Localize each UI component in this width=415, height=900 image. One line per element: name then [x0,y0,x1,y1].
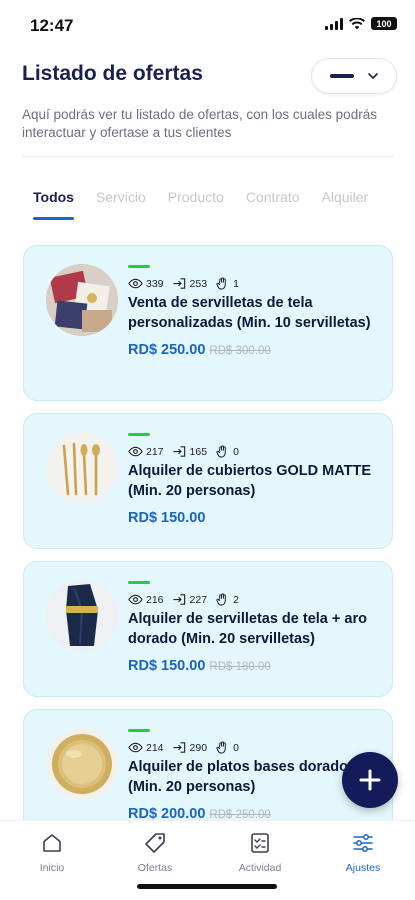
add-offer-button[interactable] [342,752,398,808]
likes-count: 0 [233,445,239,458]
offer-card[interactable]: 216 227 2 Alquiler de servilletas de tel… [23,561,393,697]
napkins-photo [46,264,118,336]
offer-title: Alquiler de servilletas de tela + aro do… [128,611,367,647]
entries-count: 165 [189,445,208,458]
eye-icon [128,446,143,457]
views-count: 214 [146,741,164,754]
offer-stats: 217 165 0 [128,445,384,458]
nav-label: Actividad [238,862,282,874]
header: Listado de ofertas [22,58,397,94]
gold-cutlery-photo [46,432,118,504]
active-indicator [128,433,150,436]
views-count: 339 [146,277,164,290]
page-subtitle: Aquí podrás ver tu listado de ofertas, c… [22,107,377,140]
offer-old-price: RD$ 180.00 [209,661,271,673]
hand-icon [216,445,226,458]
tag-icon [145,833,165,853]
activity-icon [251,833,269,853]
offer-stats: 216 227 2 [128,593,384,606]
signal-icon [325,17,343,30]
home-icon [43,834,61,852]
chevron-down-icon [368,72,378,79]
eye-icon [128,594,143,605]
hand-icon [216,741,226,754]
nav-item-actividad[interactable]: Actividad [220,831,300,874]
napkin-ring-photo [46,580,118,652]
entries-count: 227 [189,593,208,606]
entries-count: 253 [189,277,208,290]
views-count: 217 [146,445,164,458]
offer-card[interactable]: 214 290 0 Alquiler de platos bases dorad… [23,709,393,820]
offer-stats: 214 290 0 [128,741,384,754]
offer-title: Venta de servilletas de tela personaliza… [128,295,371,331]
offer-card[interactable]: 339 253 1 Venta de servilletas de tela p… [23,245,393,401]
eye-icon [128,278,143,289]
status-icons: 100 [325,17,397,30]
login-icon [172,278,185,289]
flag-icon [330,74,354,78]
active-indicator [128,581,150,584]
nav-label: Ofertas [137,862,173,874]
login-icon [172,446,185,457]
offer-price: RD$ 250.00 [128,342,206,358]
entries-count: 290 [189,741,208,754]
status-time: 12:47 [30,16,74,35]
offer-price: RD$ 200.00 [128,806,206,820]
offer-old-price: RD$ 250.00 [209,809,271,820]
likes-count: 0 [233,741,239,754]
nav-item-ofertas[interactable]: Ofertas [115,831,195,874]
offer-card[interactable]: 217 165 0 Alquiler de cubiertos GOLD MAT… [23,413,393,549]
offer-price: RD$ 150.00 [128,658,206,674]
divider [22,156,394,157]
home-indicator [137,884,277,889]
active-indicator [128,265,150,268]
nav-label: Ajustes [345,862,381,874]
tab-alquiler[interactable]: Alquiler [311,186,380,220]
hand-icon [216,593,226,606]
offer-price: RD$ 150.00 [128,510,206,526]
tab-servicio[interactable]: Servicio [85,186,157,220]
offer-stats: 339 253 1 [128,277,384,290]
gold-charger-plate-photo [46,728,118,800]
wifi-icon [349,17,365,29]
views-count: 216 [146,593,164,606]
language-selector-button[interactable] [311,58,397,94]
battery-icon: 100 [371,17,397,30]
login-icon [172,742,185,753]
tab-contrato[interactable]: Contrato [235,186,311,220]
eye-icon [128,742,143,753]
tab-todos[interactable]: Todos [22,186,85,220]
plus-icon [359,769,381,791]
nav-label: Inicio [39,862,65,874]
category-tabs: Todos Servicio Producto Contrato Alquile… [22,186,415,220]
nav-item-inicio[interactable]: Inicio [12,831,92,874]
sliders-icon [353,834,373,852]
nav-item-ajustes[interactable]: Ajustes [323,831,403,874]
likes-count: 2 [233,593,239,606]
hand-icon [216,277,226,290]
offer-old-price: RD$ 300.00 [209,345,271,357]
tab-producto[interactable]: Producto [157,186,235,220]
offer-title: Alquiler de cubiertos GOLD MATTE (Min. 2… [128,463,372,499]
offer-list: 339 253 1 Venta de servilletas de tela p… [23,245,393,820]
status-bar: 12:47 100 [0,0,415,50]
active-indicator [128,729,150,732]
login-icon [172,594,185,605]
likes-count: 1 [233,277,239,290]
